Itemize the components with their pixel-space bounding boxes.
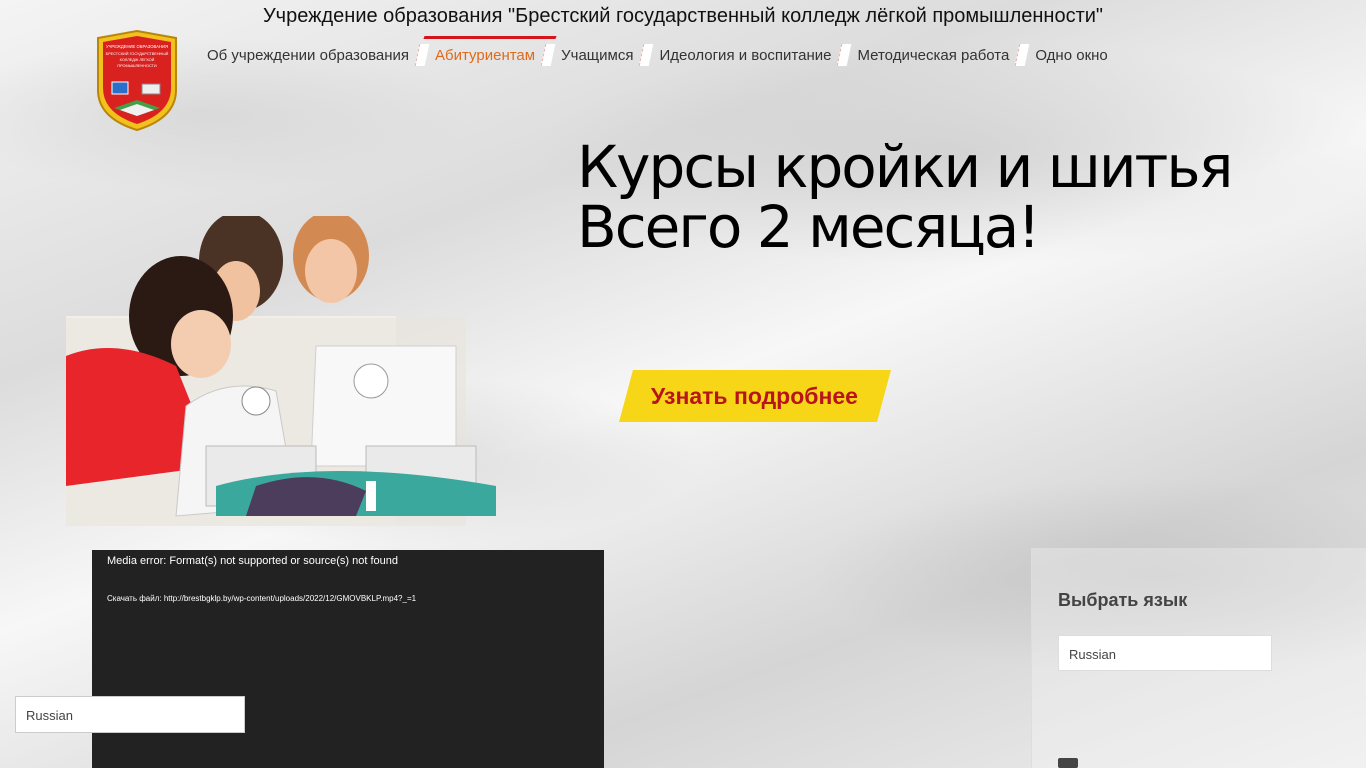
nav-item-one-window[interactable]: Одно окно bbox=[1028, 45, 1114, 66]
next-widget-title-cutoff bbox=[1058, 758, 1078, 768]
logo-line-2: БРЕСТСКИЙ ГОСУДАРСТВЕННЫЙ bbox=[106, 52, 169, 56]
hero-headline-line-2: Всего 2 месяца! bbox=[577, 193, 1041, 261]
hero-headline: Курсы кройки и шитья Всего 2 месяца! bbox=[577, 137, 1233, 257]
floating-language-select[interactable]: Russian bbox=[15, 696, 245, 733]
nav-item-about[interactable]: Об учреждении образования bbox=[200, 45, 416, 66]
nav-item-ideology[interactable]: Идеология и воспитание bbox=[652, 45, 838, 66]
video-error-message: Media error: Format(s) not supported or … bbox=[107, 555, 399, 567]
video-player[interactable]: Media error: Format(s) not supported or … bbox=[92, 550, 604, 768]
learn-more-label: Узнать подробнее bbox=[651, 382, 859, 409]
hero-headline-line-1: Курсы кройки и шитья bbox=[577, 133, 1233, 201]
logo-line-4: ПРОМЫШЛЕННОСТИ bbox=[117, 64, 157, 68]
college-logo[interactable]: УЧРЕЖДЕНИЕ ОБРАЗОВАНИЯ БРЕСТСКИЙ ГОСУДАР… bbox=[94, 29, 180, 132]
language-select[interactable]: Russian bbox=[1058, 635, 1272, 671]
logo-line-1: УЧРЕЖДЕНИЕ ОБРАЗОВАНИЯ bbox=[106, 44, 168, 49]
learn-more-button[interactable]: Узнать подробнее bbox=[619, 370, 891, 422]
sidebar: Выбрать язык Russian bbox=[1031, 548, 1366, 768]
language-widget-title: Выбрать язык bbox=[1058, 590, 1188, 610]
hero-sewing-image bbox=[66, 211, 498, 526]
nav-item-applicants[interactable]: Абитуриентам bbox=[428, 45, 542, 66]
nav-item-students[interactable]: Учащимся bbox=[554, 45, 640, 66]
site-title: Учреждение образования "Брестский госуда… bbox=[262, 5, 1104, 27]
nav-item-methodical[interactable]: Методическая работа bbox=[850, 45, 1016, 66]
main-nav: Об учреждении образования Абитуриентам У… bbox=[200, 44, 1115, 66]
logo-line-3: КОЛЛЕДЖ ЛЕГКОЙ bbox=[120, 58, 155, 62]
video-download-link[interactable]: Скачать файл: http://brestbgklp.by/wp-co… bbox=[107, 594, 416, 603]
